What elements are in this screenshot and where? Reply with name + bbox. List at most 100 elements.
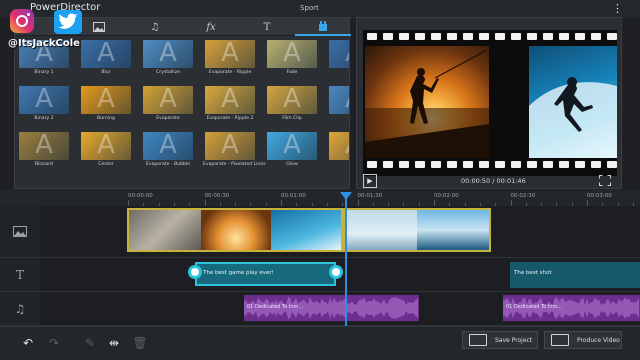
effect-label: Evaporate - Bubble	[145, 162, 191, 167]
tab-music[interactable]: ♫	[127, 18, 183, 36]
fullscreen-icon[interactable]	[599, 175, 611, 186]
effect-thumbnail-glyph: A	[97, 132, 115, 160]
film-hole	[591, 33, 601, 40]
effect-label: Crystallize	[156, 70, 180, 75]
effect-thumbnail-glyph: A	[221, 86, 239, 114]
edit-pencil-icon[interactable]: ✎	[82, 335, 98, 351]
film-hole	[479, 33, 489, 40]
split-icon[interactable]: ⇹	[106, 335, 122, 351]
film-hole	[447, 161, 457, 168]
effect-item[interactable]: A Binary 2	[17, 86, 71, 128]
effect-thumbnail-glyph: A	[159, 132, 177, 160]
produce-video-button[interactable]: Produce Video	[544, 331, 622, 349]
film-hole	[367, 161, 377, 168]
effect-item[interactable]: A Evaporate - Bubble	[141, 132, 195, 174]
audio-clip-2[interactable]: 01 Dedicated To Inm...	[503, 295, 640, 321]
audio-clip-1[interactable]: 01 Dedicated To Inm...	[244, 295, 419, 321]
effect-item[interactable]: A Blizzard	[17, 132, 71, 174]
twitter-icon	[54, 10, 82, 34]
redo-icon[interactable]: ↷	[46, 335, 62, 351]
audio-track-icon: ♫	[0, 292, 40, 325]
effect-item[interactable]: A Burning	[79, 86, 133, 128]
more-options-icon[interactable]: ⋮	[612, 2, 623, 15]
video-segment-blur	[129, 210, 201, 250]
effect-item[interactable]: A Center	[79, 132, 133, 174]
ruler-time-label: 00:02:30	[510, 193, 536, 199]
delete-icon[interactable]: 🗑	[132, 335, 148, 351]
save-icon	[469, 334, 487, 346]
preview-frame-fishing	[365, 46, 489, 158]
effect-thumbnail-glyph: A	[329, 86, 349, 114]
film-hole	[527, 33, 537, 40]
effect-item[interactable]: A Glow	[265, 132, 319, 174]
film-hole	[463, 161, 473, 168]
effect-item[interactable]: A Evaporate - Ripple	[203, 40, 257, 82]
effect-item[interactable]: A Mi	[327, 86, 349, 128]
film-hole	[543, 33, 553, 40]
timeline-ruler[interactable]: 00:00:00 00:00:30 00:01:00 00:01:30 00:02:00…	[0, 190, 640, 206]
film-hole	[559, 161, 569, 168]
effect-label: Evaporate - Ripple 2	[206, 116, 254, 121]
tab-effects[interactable]: fx	[183, 18, 239, 36]
effect-thumbnail: A	[81, 132, 131, 160]
effect-item[interactable]: A Crystallize	[141, 40, 195, 82]
film-hole	[527, 161, 537, 168]
film-hole	[607, 161, 617, 168]
effect-label: Fade	[286, 70, 298, 75]
ruler-time-label: 00:03:00	[587, 193, 612, 199]
film-icon	[551, 334, 569, 346]
effect-label: Film Clip	[282, 116, 302, 121]
ruler-time-label: 00:01:30	[357, 193, 383, 199]
playhead[interactable]	[345, 196, 347, 326]
effect-label: Pag	[327, 162, 349, 167]
effect-item[interactable]: A Evaporate - Ripple 2	[203, 86, 257, 128]
tab-transitions[interactable]	[295, 18, 351, 36]
effect-item[interactable]: A Fade	[265, 40, 319, 82]
title-clip-2[interactable]: The best shot	[510, 262, 640, 288]
effect-thumbnail-glyph: A	[159, 86, 177, 114]
effect-item[interactable]: A Pag	[327, 132, 349, 174]
film-hole	[511, 33, 521, 40]
effect-thumbnail-glyph: A	[159, 40, 177, 68]
film-perforations-bottom	[363, 161, 617, 173]
effect-label: Evaporate - Pixelated Lines	[203, 162, 266, 167]
effect-thumbnail-glyph: A	[221, 132, 239, 160]
effect-thumbnail: A	[81, 40, 131, 68]
film-hole	[575, 161, 585, 168]
film-hole	[591, 161, 601, 168]
film-hole	[415, 161, 425, 168]
video-clip[interactable]	[127, 208, 491, 252]
effect-item[interactable]: A Evaporate - Pixelated Lines	[203, 132, 266, 174]
effect-item[interactable]: A Film Clip	[265, 86, 319, 128]
title-clip-left-handle[interactable]	[188, 265, 202, 279]
film-hole	[383, 33, 393, 40]
effect-label: Burning	[97, 116, 115, 121]
title-clip-selected[interactable]: The best game play ever!	[195, 262, 336, 286]
tab-titles[interactable]: T	[239, 18, 295, 36]
undo-icon[interactable]: ↶	[20, 335, 36, 351]
effect-item[interactable]: A Evaporate	[141, 86, 195, 128]
effect-item[interactable]: A	[327, 40, 349, 82]
effect-thumbnail: A	[81, 86, 131, 114]
film-hole	[495, 161, 505, 168]
effect-label: Blizzard	[34, 162, 54, 167]
timeline: 00:00:00 00:00:30 00:01:00 00:01:30 00:02:00…	[0, 190, 640, 326]
save-project-button[interactable]: Save Project	[462, 331, 538, 349]
film-hole	[399, 33, 409, 40]
title-clip-text: The best game play ever!	[203, 270, 274, 276]
title-clip-right-handle[interactable]	[329, 265, 343, 279]
effect-label: Center	[98, 162, 114, 167]
play-icon: ▶	[367, 177, 373, 185]
social-overlay: @ItsJackCole	[8, 6, 88, 52]
effects-grid: A Binary 1 A Blur A Crystallize A Evaporate - R…	[17, 40, 349, 188]
film-hole	[399, 161, 409, 168]
video-segment-surf	[271, 210, 341, 250]
ruler-time-label: 00:02:00	[434, 193, 459, 199]
play-button[interactable]: ▶	[363, 174, 377, 188]
effect-thumbnail-glyph: A	[283, 86, 301, 114]
film-hole	[495, 33, 505, 40]
audio-clip-1-label: 01 Dedicated To Inm...	[247, 304, 304, 310]
title-track-icon: T	[0, 258, 40, 291]
effect-thumbnail: A	[267, 86, 317, 114]
save-project-label: Save Project	[495, 336, 533, 344]
